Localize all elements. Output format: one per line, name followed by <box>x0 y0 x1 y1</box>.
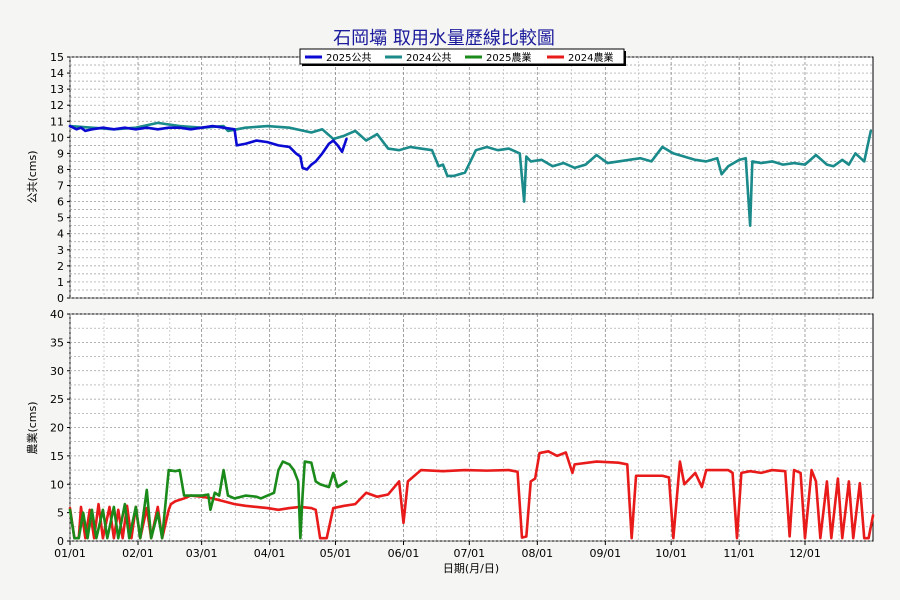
y-tick-label: 3 <box>57 244 64 257</box>
y-tick-label: 1 <box>57 276 64 289</box>
y-tick-label: 15 <box>50 51 64 64</box>
y-tick-label: 5 <box>57 507 64 520</box>
y-tick-label: 40 <box>50 308 64 321</box>
y-tick-label: 14 <box>50 67 64 80</box>
x-tick-label: 02/01 <box>122 547 154 560</box>
y-tick-label: 25 <box>50 393 64 406</box>
y-axis-label-agriculture: 農業(cms) <box>25 401 39 454</box>
chart-container: 石岡壩 取用水量歷線比較圖 0 1 2 3 4 5 6 7 8 9 10 11 12 13 14 15 公共(… <box>0 0 900 600</box>
x-axis-label: 日期(月/日) <box>443 562 499 575</box>
legend: 2025公共 2024公共 2025農業 2024農業 <box>299 48 626 66</box>
y-tick-label: 20 <box>50 422 64 435</box>
y-tick-label: 12 <box>50 99 64 112</box>
y-tick-label: 30 <box>50 365 64 378</box>
x-tick-label: 10/01 <box>655 547 687 560</box>
y-tick-label: 6 <box>57 196 64 209</box>
x-tick-label: 04/01 <box>254 547 286 560</box>
legend-label: 2024農業 <box>568 51 613 64</box>
y-tick-label: 4 <box>57 228 64 241</box>
legend-label: 2025公共 <box>326 52 371 64</box>
y-tick-label: 15 <box>50 450 64 463</box>
y-tick-label: 10 <box>50 131 64 144</box>
y-tick-label: 2 <box>57 260 64 273</box>
x-tick-label: 11/01 <box>723 547 755 560</box>
panel-public: 0123456789101112131415 公共(cms) <box>26 51 874 305</box>
legend-label: 2024公共 <box>406 52 451 64</box>
x-tick-label: 09/01 <box>589 547 621 560</box>
chart-svg: 石岡壩 取用水量歷線比較圖 0123456789101112131415 公共(… <box>0 0 900 600</box>
y-tick-label: 35 <box>50 336 64 349</box>
y-tick-label: 0 <box>57 292 64 305</box>
panel-agriculture: 0510152025303540 農業(cms) <box>25 308 875 548</box>
x-tick-label: 06/01 <box>388 547 420 560</box>
legend-label: 2025農業 <box>486 51 531 64</box>
x-tick-label: 07/01 <box>453 547 485 560</box>
x-tick-label: 05/01 <box>320 547 352 560</box>
y-tick-label: 10 <box>50 478 64 491</box>
y-tick-label: 8 <box>57 163 64 176</box>
y-tick-label: 9 <box>57 147 64 160</box>
y-axis-label-public: 公共(cms) <box>26 150 39 203</box>
x-tick-label: 12/01 <box>789 547 821 560</box>
y-tick-label: 5 <box>57 212 64 225</box>
y-tick-label: 13 <box>50 83 64 96</box>
x-tick-label: 01/01 <box>54 547 86 560</box>
chart-title: 石岡壩 取用水量歷線比較圖 <box>333 28 555 49</box>
y-tick-label: 11 <box>50 115 64 128</box>
x-tick-label: 03/01 <box>186 547 218 560</box>
x-tick-label: 08/01 <box>521 547 553 560</box>
y-tick-label: 7 <box>57 180 64 193</box>
